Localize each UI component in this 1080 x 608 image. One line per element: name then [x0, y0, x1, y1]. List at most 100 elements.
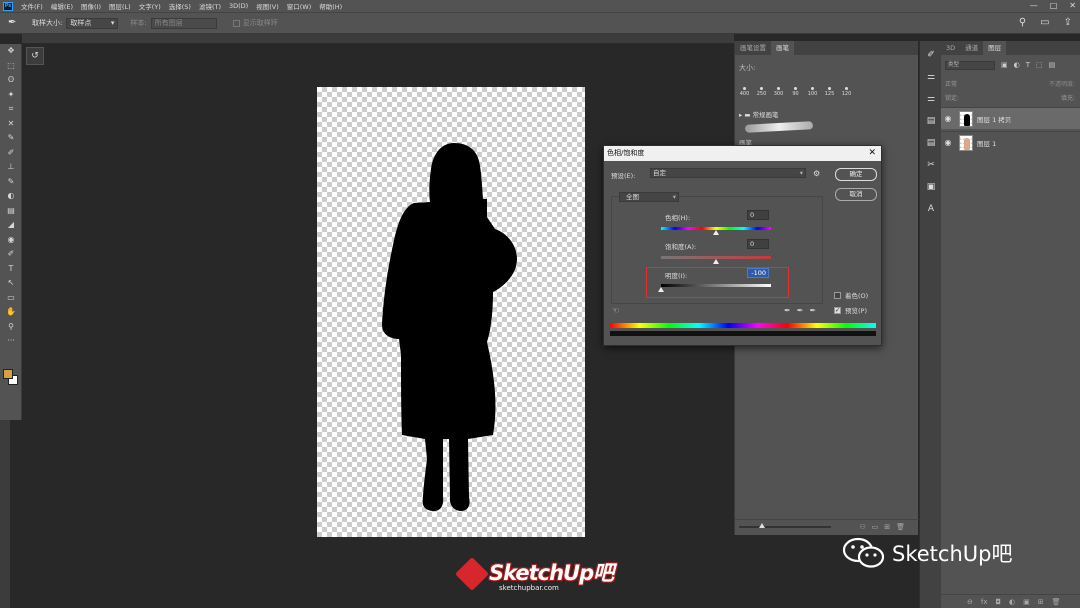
- delete-icon[interactable]: 🗑: [896, 523, 905, 531]
- blend-mode-select[interactable]: 正常: [945, 81, 957, 88]
- fx-icon[interactable]: fx: [981, 598, 988, 606]
- layer-row[interactable]: ◉ 图层 1: [941, 131, 1080, 153]
- visibility-eye-icon[interactable]: ◉: [941, 114, 955, 123]
- tab-3d[interactable]: 3D: [941, 41, 960, 55]
- brush-preset[interactable]: 300: [771, 85, 786, 103]
- mask-icon[interactable]: ◘: [995, 598, 1001, 606]
- adjustments-icon[interactable]: ⚌: [920, 69, 942, 85]
- brush-settings-icon[interactable]: ✐: [920, 47, 942, 63]
- group-icon[interactable]: ▣: [1023, 598, 1030, 606]
- move-tool-icon[interactable]: ✥: [0, 44, 22, 59]
- close-icon[interactable]: ✕: [868, 146, 876, 161]
- menu-window[interactable]: 窗口(W): [287, 1, 312, 11]
- new-brush-icon[interactable]: ⊞: [884, 523, 890, 531]
- sample-size-select[interactable]: 取样点: [66, 17, 119, 29]
- eyedropper-icon[interactable]: ✒: [784, 306, 791, 315]
- eyedropper-plus-icon[interactable]: ✒: [797, 306, 804, 315]
- pen-tool-icon[interactable]: ✐: [0, 247, 22, 262]
- ok-button[interactable]: 确定: [835, 168, 877, 181]
- menu-filter[interactable]: 滤镜(T): [199, 1, 221, 11]
- brush-preset[interactable]: 90: [788, 85, 803, 103]
- menu-view[interactable]: 视图(V): [256, 1, 279, 11]
- layer-row[interactable]: ◉ 图层 1 拷贝: [941, 107, 1080, 129]
- check-icon[interactable]: ✓: [834, 306, 841, 314]
- preset-select[interactable]: 自定: [650, 168, 806, 178]
- close-window-button[interactable]: ✕: [1069, 0, 1076, 12]
- info-icon[interactable]: ▤: [920, 135, 942, 151]
- marquee-tool-icon[interactable]: ⬚: [0, 59, 22, 74]
- blur-tool-icon[interactable]: ◢: [0, 218, 22, 233]
- layer-filter-select[interactable]: 类型: [945, 61, 995, 70]
- dodge-tool-icon[interactable]: ◉: [0, 233, 22, 248]
- brush-folder[interactable]: ▸ ▬ 常规画笔: [739, 109, 779, 119]
- gradient-tool-icon[interactable]: ▤: [0, 204, 22, 219]
- cancel-button[interactable]: 取消: [835, 188, 877, 201]
- sample-select[interactable]: 所有图层: [150, 17, 217, 29]
- image-icon[interactable]: ▣: [920, 179, 942, 195]
- tab-brush-settings[interactable]: 画笔设置: [735, 41, 771, 55]
- hand-tool-icon[interactable]: ✋: [0, 305, 22, 320]
- more-tools-icon[interactable]: ···: [0, 334, 22, 349]
- search-icon[interactable]: ⚲: [1019, 17, 1026, 28]
- adjustment-layer-icon[interactable]: ◐: [1009, 598, 1015, 606]
- menu-select[interactable]: 选择(S): [169, 1, 191, 11]
- menu-3d[interactable]: 3D(D): [229, 2, 248, 10]
- smart-filter-icon[interactable]: ▤: [1049, 61, 1056, 69]
- type-filter-icon[interactable]: T: [1026, 61, 1030, 69]
- colorize-checkbox[interactable]: 着色(O): [834, 290, 868, 300]
- brush-preview-slider[interactable]: [739, 523, 831, 528]
- pixel-filter-icon[interactable]: ▣: [1001, 61, 1008, 69]
- hue-input[interactable]: 0: [747, 210, 769, 220]
- preview-checkbox[interactable]: ✓ 预览(P): [834, 305, 867, 315]
- gear-icon[interactable]: ⚙: [813, 169, 820, 178]
- brush-preset[interactable]: 125: [822, 85, 837, 103]
- type-tool-icon[interactable]: T: [0, 262, 22, 277]
- libraries-icon[interactable]: ▤: [920, 113, 942, 129]
- history-brush-tool-icon[interactable]: ✎: [0, 175, 22, 190]
- workspace-icon[interactable]: ▭: [1040, 17, 1049, 28]
- healing-tool-icon[interactable]: ✎: [0, 131, 22, 146]
- shape-filter-icon[interactable]: ⬚: [1036, 61, 1043, 69]
- tab-brushes[interactable]: 画笔: [771, 41, 794, 55]
- shape-tool-icon[interactable]: ▭: [0, 291, 22, 306]
- visibility-eye-icon[interactable]: ◉: [941, 138, 955, 147]
- stamp-tool-icon[interactable]: ⊥: [0, 160, 22, 175]
- lasso-tool-icon[interactable]: ʘ: [0, 73, 22, 88]
- link-layers-icon[interactable]: ⊖: [967, 598, 973, 606]
- foreground-color-swatch[interactable]: [3, 369, 13, 379]
- eyedropper-icon[interactable]: ✒: [8, 16, 22, 30]
- crop-tool-icon[interactable]: ⌗: [0, 102, 22, 117]
- menu-image[interactable]: 图像(I): [81, 1, 101, 11]
- hue-slider-knob[interactable]: [713, 230, 719, 235]
- new-group-icon[interactable]: ▭: [872, 523, 879, 531]
- brush-preset[interactable]: 100: [805, 85, 820, 103]
- maximize-button[interactable]: □: [1050, 0, 1058, 12]
- dialog-title-bar[interactable]: 色相/饱和度 ✕: [604, 146, 881, 161]
- quick-select-tool-icon[interactable]: ✦: [0, 88, 22, 103]
- zoom-tool-icon[interactable]: ⚲: [0, 320, 22, 335]
- tab-channels[interactable]: 通道: [960, 41, 983, 55]
- channel-select[interactable]: 全图: [619, 192, 679, 202]
- delete-layer-icon[interactable]: 🗑: [1052, 598, 1061, 606]
- menu-edit[interactable]: 编辑(E): [51, 1, 73, 11]
- show-ring-checkbox[interactable]: [232, 19, 240, 27]
- brush-preset[interactable]: 250: [754, 85, 769, 103]
- eraser-tool-icon[interactable]: ◐: [0, 189, 22, 204]
- menu-layer[interactable]: 图层(L): [109, 1, 131, 11]
- menu-type[interactable]: 文字(Y): [139, 1, 161, 11]
- saturation-slider-knob[interactable]: [713, 259, 719, 264]
- eyedropper-tool-icon[interactable]: ✕: [0, 117, 22, 132]
- brush-options-icon[interactable]: ⚇: [859, 523, 865, 531]
- minimize-button[interactable]: —: [1030, 0, 1038, 12]
- brush-preset[interactable]: 400: [737, 85, 752, 103]
- eyedropper-minus-icon[interactable]: ✒: [809, 306, 816, 315]
- colorize-box[interactable]: [834, 291, 841, 299]
- new-layer-icon[interactable]: ⊞: [1038, 598, 1044, 606]
- menu-file[interactable]: 文件(F): [21, 1, 43, 11]
- brush-preset[interactable]: 120: [839, 85, 854, 103]
- adjust-filter-icon[interactable]: ◐: [1014, 61, 1020, 69]
- saturation-input[interactable]: 0: [747, 239, 769, 249]
- properties-icon[interactable]: ⚌: [920, 91, 942, 107]
- tools-icon[interactable]: ✂: [920, 157, 942, 173]
- brush-tool-icon[interactable]: ✐: [0, 146, 22, 161]
